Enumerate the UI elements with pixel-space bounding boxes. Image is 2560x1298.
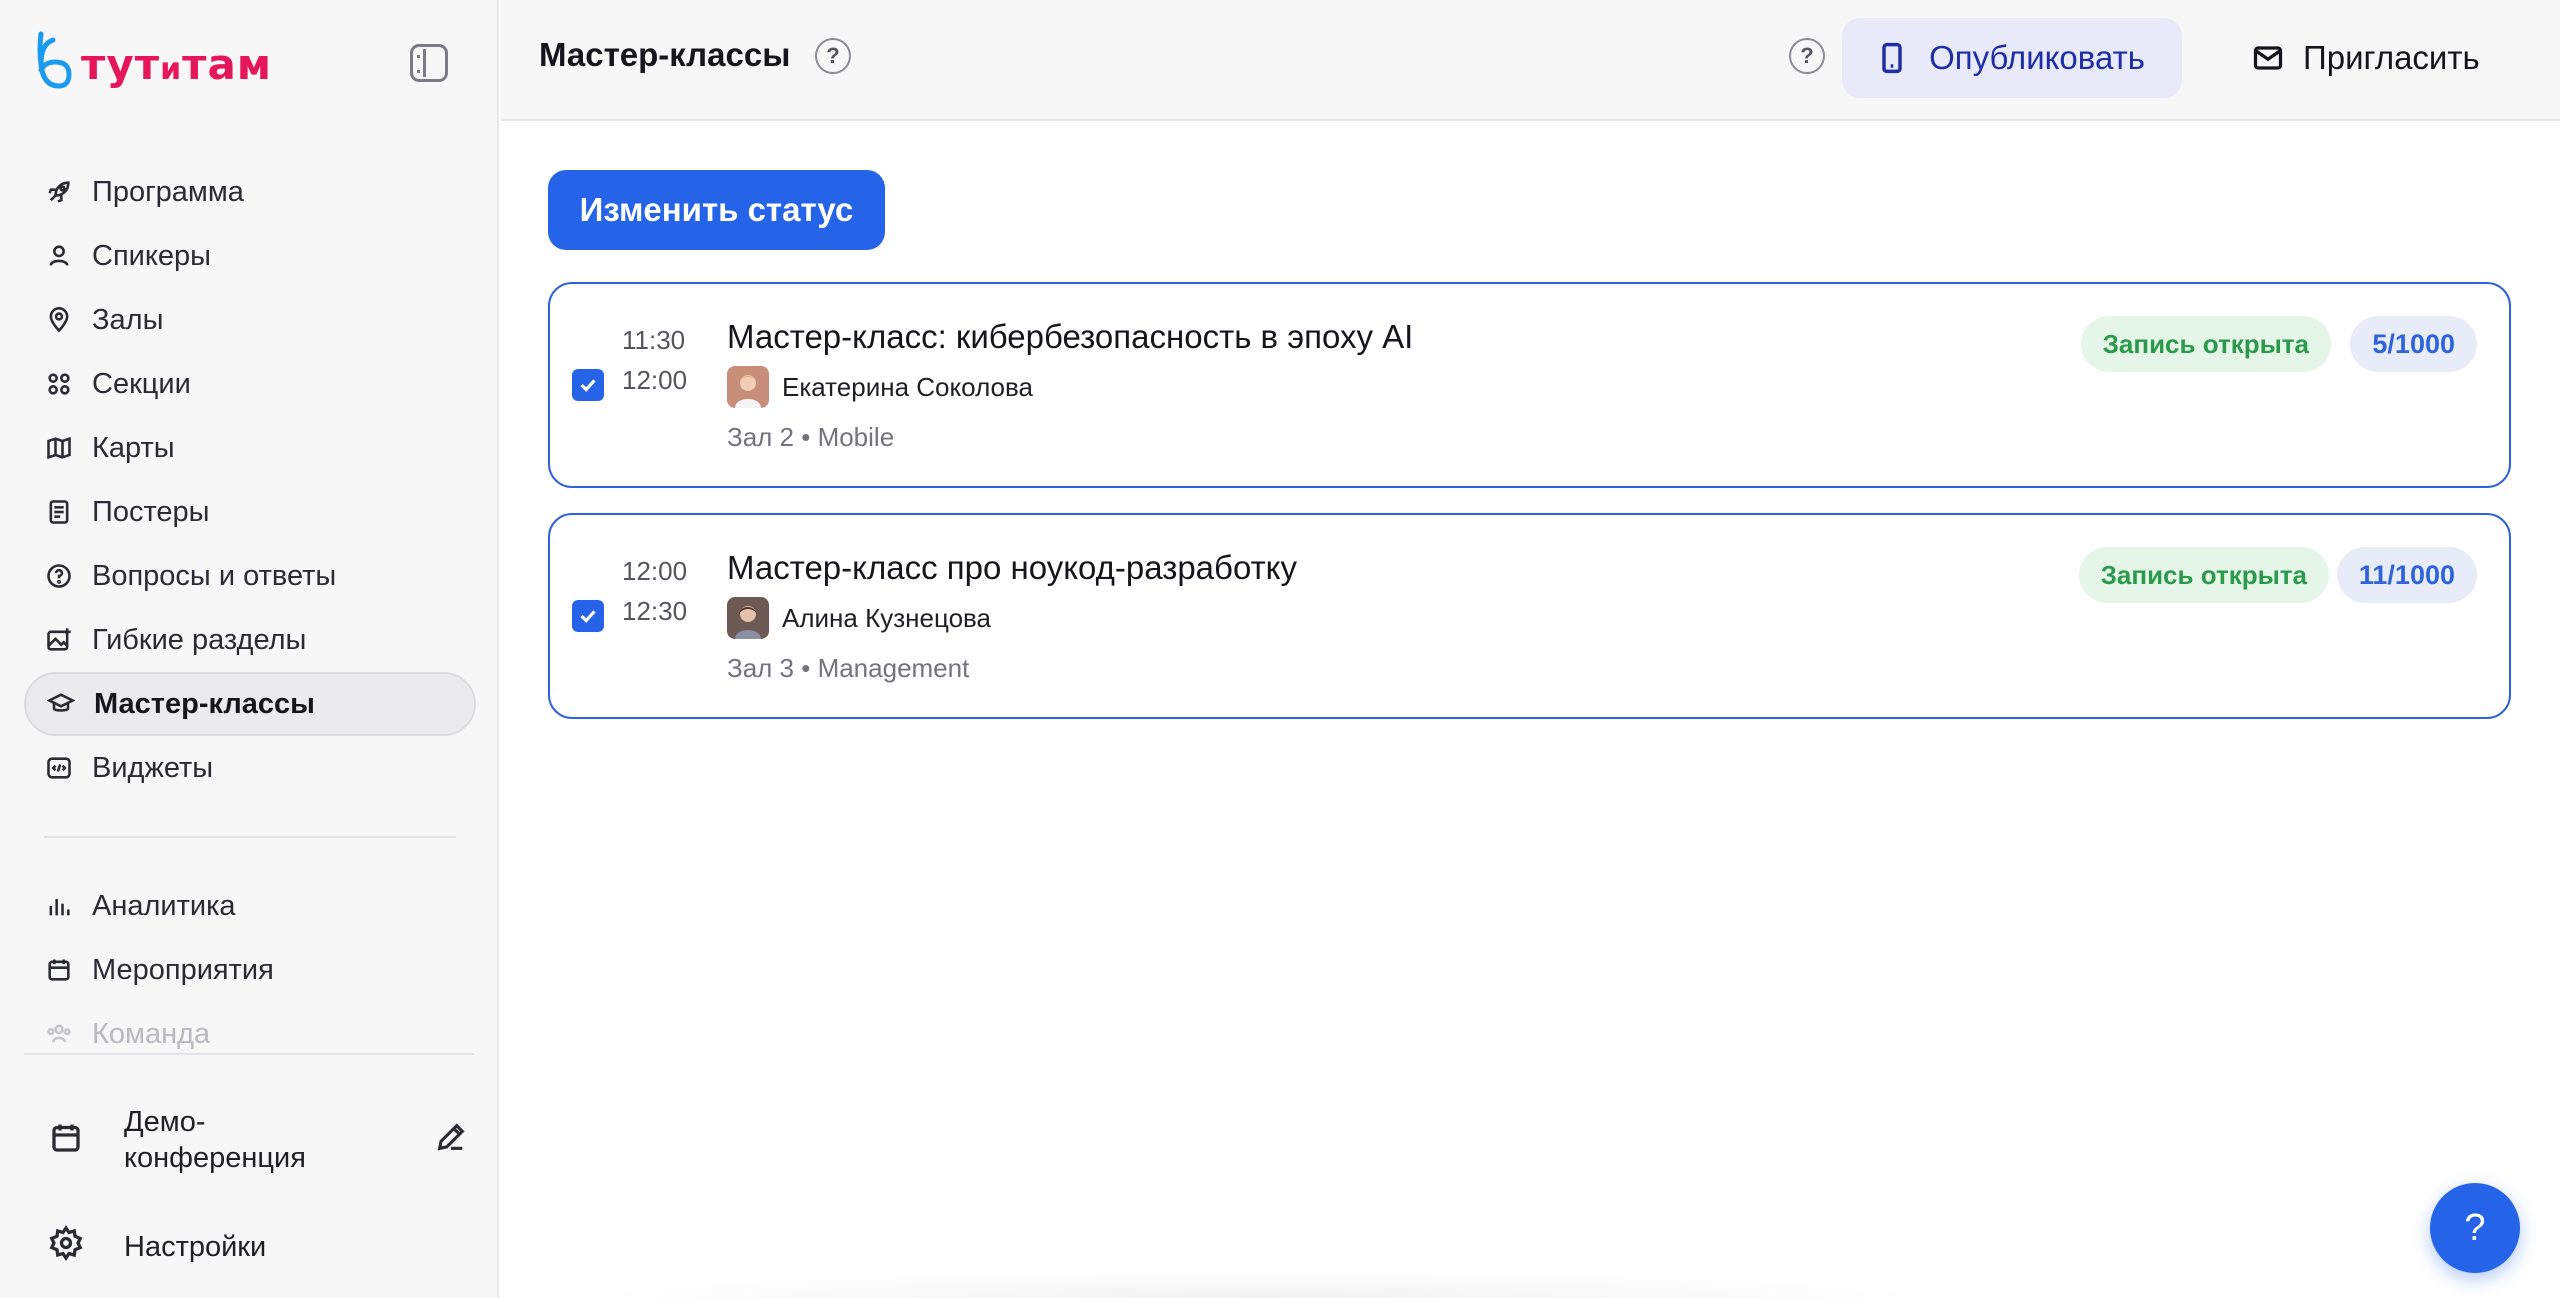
sidebar-item-label: Залы [92, 303, 164, 336]
user-icon [44, 241, 74, 271]
publish-button[interactable]: Опубликовать [1842, 18, 2182, 98]
sidebar-item-speakers[interactable]: Спикеры [24, 224, 476, 288]
sidebar-item-settings[interactable]: Настройки [48, 1225, 266, 1269]
calendar-icon [48, 1120, 84, 1161]
team-icon [44, 1019, 74, 1049]
speaker-name: Алина Кузнецова [782, 602, 992, 633]
sidebar-item-halls[interactable]: Залы [24, 288, 476, 352]
sidebar-nav: Программа Спикеры Залы Секции Карты Пост… [24, 160, 476, 1066]
card-meta: Зал 2 • Mobile [727, 422, 895, 452]
masterclass-card[interactable]: 11:30 12:00 Мастер-класс: кибербезопасно… [548, 282, 2511, 488]
start-time: 11:30 [622, 325, 686, 355]
phone-icon [1882, 42, 1902, 74]
speaker-name: Екатерина Соколова [782, 371, 1033, 402]
card-meta: Зал 3 • Management [727, 653, 970, 683]
card-title: Мастер-класс: кибербезопасность в эпоху … [727, 318, 1414, 355]
speaker: Алина Кузнецова [727, 597, 991, 639]
sidebar-item-label: Виджеты [92, 751, 214, 784]
speaker: Екатерина Соколова [727, 366, 1033, 408]
sidebar-item-flex-sections[interactable]: Гибкие разделы [24, 608, 476, 672]
sidebar-item-label: Гибкие разделы [92, 623, 307, 656]
publish-label: Опубликовать [1929, 39, 2145, 76]
sidebar-item-widgets[interactable]: Виджеты [24, 736, 476, 800]
settings-label: Настройки [124, 1230, 267, 1263]
map-icon [44, 433, 74, 463]
card-checkbox[interactable] [572, 600, 604, 632]
rocket-icon [44, 177, 74, 207]
sidebar-item-analytics[interactable]: Аналитика [24, 874, 476, 938]
map-pin-icon [44, 305, 74, 335]
avatar [727, 597, 769, 639]
page-title: Мастер-классы [539, 36, 791, 73]
invite-label: Пригласить [2303, 39, 2480, 76]
card-checkbox[interactable] [572, 369, 604, 401]
status-badge: Запись открыта [2080, 316, 2331, 372]
event-name: Демо-конференция [124, 1106, 306, 1174]
sidebar-item-label: Аналитика [92, 889, 236, 922]
sidebar-item-label: Мероприятия [92, 953, 274, 986]
sidebar-item-sections[interactable]: Секции [24, 352, 476, 416]
change-status-button[interactable]: Изменить статус [548, 170, 885, 250]
image-plus-icon [44, 625, 74, 655]
sidebar-item-team[interactable]: Команда [24, 1002, 476, 1066]
graduation-cap-icon [46, 689, 76, 719]
time-range: 12:00 12:30 [622, 551, 687, 631]
sidebar-item-label: Секции [92, 367, 191, 400]
check-icon [580, 610, 596, 623]
sidebar-item-label: Спикеры [92, 239, 211, 272]
sidebar-item-label: Команда [92, 1017, 211, 1050]
code-icon [44, 753, 74, 783]
logo-text: тутитам [81, 39, 273, 89]
sidebar-item-events[interactable]: Мероприятия [24, 938, 476, 1002]
sidebar-bottom-divider [24, 1053, 474, 1055]
sidebar-item-qa[interactable]: Вопросы и ответы [24, 544, 476, 608]
current-event[interactable]: Демо-конференция [48, 1100, 468, 1180]
count-badge: 5/1000 [2350, 316, 2477, 372]
sidebar-item-label: Мастер-классы [94, 687, 315, 720]
avatar [727, 366, 769, 408]
sidebar-item-label: Вопросы и ответы [92, 559, 337, 592]
time-range: 11:30 12:00 [622, 320, 687, 400]
sidebar-item-label: Постеры [92, 495, 210, 528]
poster-icon [44, 497, 74, 527]
bar-chart-icon [44, 891, 74, 921]
brand-logo[interactable]: тутитам [33, 30, 272, 98]
gear-icon [48, 1225, 124, 1269]
check-icon [580, 379, 596, 392]
sidebar-item-label: Программа [92, 175, 244, 208]
calendar-icon [44, 955, 74, 985]
sidebar-item-masterclasses[interactable]: Мастер-классы [24, 672, 476, 736]
sidebar-item-posters[interactable]: Постеры [24, 480, 476, 544]
masterclass-card[interactable]: 12:00 12:30 Мастер-класс про ноукод-разр… [548, 513, 2511, 719]
mail-icon [2253, 46, 2283, 70]
logo-mark-icon [37, 31, 72, 89]
start-time: 12:00 [622, 556, 688, 586]
end-time: 12:30 [622, 596, 688, 626]
sidebar-collapse-icon[interactable] [410, 44, 448, 82]
sidebar-item-label: Карты [92, 431, 175, 464]
end-time: 12:00 [622, 365, 688, 395]
sidebar: тутитам Программа Спикеры Залы Секции Ка… [0, 0, 499, 1298]
card-title: Мастер-класс про ноукод-разработку [727, 549, 1297, 586]
header-help-icon[interactable]: ? [1789, 38, 1825, 74]
status-badge: Запись открыта [2078, 547, 2329, 603]
help-fab-button[interactable]: ? [2430, 1183, 2520, 1273]
grid-dots-icon [44, 369, 74, 399]
invite-button[interactable]: Пригласить [2253, 18, 2480, 98]
top-header: Мастер-классы ? ? Опубликовать Пригласит… [501, 0, 2560, 121]
sidebar-item-maps[interactable]: Карты [24, 416, 476, 480]
sidebar-item-program[interactable]: Программа [24, 160, 476, 224]
bottom-shadow [560, 1270, 1960, 1298]
edit-pencil-icon[interactable] [434, 1120, 468, 1159]
question-circle-icon [44, 561, 74, 591]
count-badge: 11/1000 [2336, 547, 2477, 603]
sidebar-divider [44, 836, 456, 838]
title-help-icon[interactable]: ? [815, 38, 851, 74]
